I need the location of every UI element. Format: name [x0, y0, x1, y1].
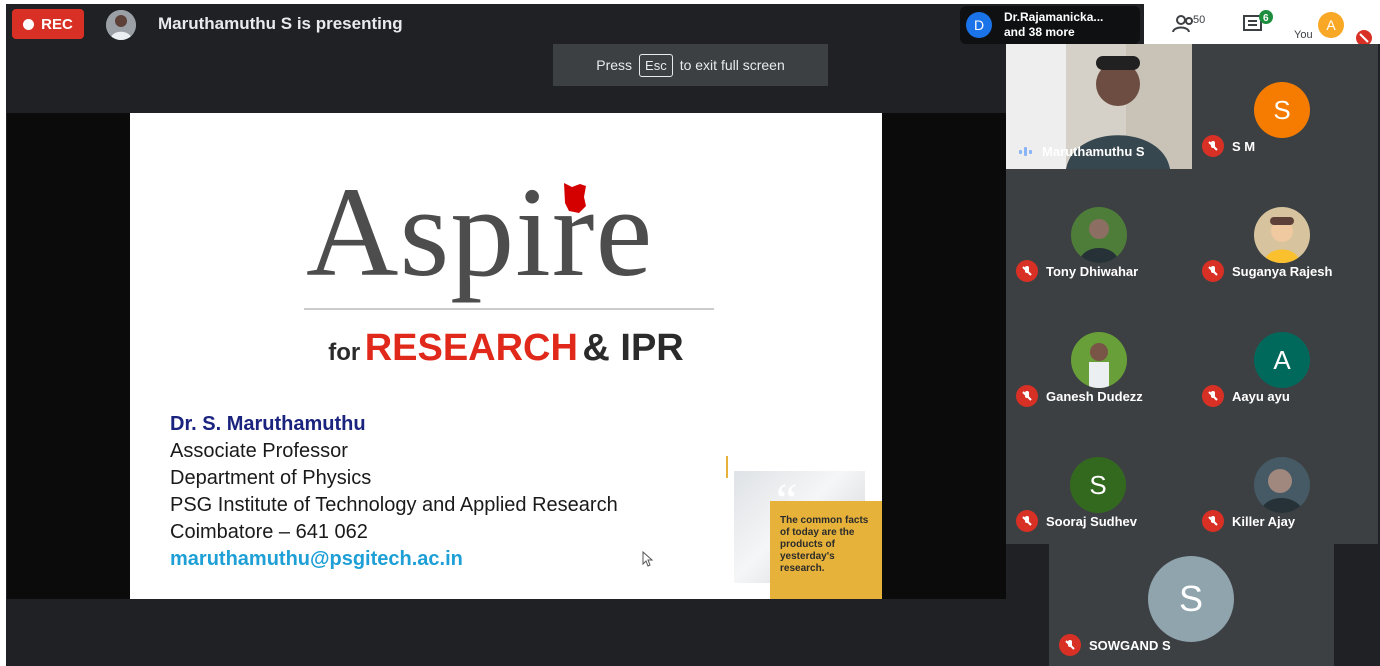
participant-name: Maruthamuthu S [1042, 144, 1145, 159]
quote-mark-icon: “ [776, 474, 798, 527]
mic-off-icon [1202, 385, 1224, 407]
mic-off-icon [1202, 135, 1224, 157]
participant-name: Sooraj Sudhev [1046, 513, 1138, 529]
notice-suffix-text: to exit full screen [679, 57, 785, 73]
participant-tile[interactable]: S Sooraj Sudhev [1006, 419, 1192, 544]
slide-title: Aspire [306, 161, 654, 303]
participant-name: Aayu ayu [1232, 388, 1290, 404]
participant-tile[interactable]: Killer Ajay [1192, 419, 1378, 544]
quote-card: “ The common facts of today are the prod… [770, 477, 882, 599]
recording-label: REC [41, 15, 73, 33]
participant-avatar: S [1254, 82, 1310, 138]
self-avatar[interactable]: A [1318, 12, 1344, 38]
participant-tile[interactable]: S SOWGAND S [1049, 542, 1334, 666]
tile-label: Maruthamuthu S [1016, 144, 1145, 159]
tile-label: Killer Ajay [1202, 510, 1295, 532]
participant-count: 50 [1193, 14, 1205, 26]
tile-label: Tony Dhiwahar [1016, 260, 1138, 282]
notice-press-text: Press [596, 57, 633, 73]
mic-off-icon [1059, 634, 1081, 656]
ohio-logo-icon [564, 183, 586, 213]
tagline-research: RESEARCH [364, 327, 578, 369]
participant-name: Suganya Rajesh [1232, 263, 1333, 279]
slide-tagline: for RESEARCH & IPR [130, 327, 882, 370]
participant-tile[interactable]: S S M [1192, 44, 1378, 169]
participant-tile[interactable]: Ganesh Dudezz [1006, 294, 1192, 419]
presenter-avatar [106, 10, 136, 40]
chip-label: Dr.Rajamanicka... and 38 more [1004, 10, 1103, 40]
quote-accent-line [726, 456, 728, 478]
participant-tile[interactable]: Suganya Rajesh [1192, 169, 1378, 294]
participant-avatar: A [1254, 332, 1310, 388]
chat-icon: 6 [1243, 10, 1273, 31]
presenter-role: Associate Professor [170, 440, 348, 462]
people-icon: 50 [1172, 14, 1205, 33]
participant-name: SOWGAND S [1089, 637, 1171, 653]
presenter-institute: PSG Institute of Technology and Applied … [170, 494, 618, 516]
record-dot-icon [23, 18, 35, 30]
presentation-slide: Aspire for RESEARCH & IPR Dr. S. Marutha… [130, 113, 882, 599]
esc-key-label: Esc [639, 53, 673, 77]
people-button[interactable]: 50 [1172, 14, 1212, 36]
participant-tile-video[interactable]: Maruthamuthu S [1006, 44, 1192, 169]
mic-off-icon [1202, 260, 1224, 282]
participant-photo [1071, 332, 1127, 388]
mic-off-icon [1016, 510, 1038, 532]
chat-badge: 6 [1263, 13, 1269, 24]
tile-label: Ganesh Dudezz [1016, 385, 1143, 407]
tile-label: SOWGAND S [1059, 634, 1171, 656]
mouse-pointer-icon [642, 551, 654, 567]
participant-grid: Maruthamuthu S S S M Tony Dhiwahar Sugan… [1006, 44, 1378, 544]
presenting-status: Maruthamuthu S is presenting [158, 14, 403, 33]
speaking-icon [1016, 147, 1034, 156]
participants-chip[interactable]: D Dr.Rajamanicka... and 38 more [960, 6, 1140, 44]
mic-off-icon [1016, 260, 1038, 282]
participant-photo [1254, 457, 1310, 513]
presenter-department: Department of Physics [170, 467, 372, 489]
title-divider [304, 308, 714, 310]
tagline-ipr: & IPR [582, 327, 684, 369]
participant-name: Tony Dhiwahar [1046, 263, 1139, 279]
mic-off-icon [1202, 510, 1224, 532]
tagline-for: for [328, 339, 361, 366]
tile-label: S M [1202, 135, 1255, 157]
participant-name: Ganesh Dudezz [1046, 388, 1143, 404]
presenter-email: maruthamuthu@psgitech.ac.in [170, 548, 463, 570]
presenter-details: Dr. S. Maruthamuthu Associate Professor … [170, 411, 618, 573]
chip-name: Dr.Rajamanicka... [1004, 10, 1104, 24]
participant-tile[interactable]: Tony Dhiwahar [1006, 169, 1192, 294]
participant-avatar: S [1070, 457, 1126, 513]
you-label: You [1294, 29, 1313, 41]
window-edge-left [0, 0, 6, 666]
tile-label: Sooraj Sudhev [1016, 510, 1137, 532]
tile-label: Suganya Rajesh [1202, 260, 1332, 282]
chip-avatar: D [966, 12, 992, 38]
tile-label: Aayu ayu [1202, 385, 1290, 407]
fullscreen-notice: Press Esc to exit full screen [553, 44, 828, 86]
participant-avatar: S [1148, 556, 1234, 642]
presenter-name: Dr. S. Maruthamuthu [170, 413, 366, 435]
participant-tile[interactable]: A Aayu ayu [1192, 294, 1378, 419]
chip-more: and 38 more [1004, 25, 1075, 39]
participant-name: S M [1232, 138, 1256, 154]
mic-off-icon [1016, 385, 1038, 407]
chat-button[interactable]: 6 [1242, 10, 1278, 36]
participant-photo [1071, 207, 1127, 263]
recording-indicator[interactable]: REC [12, 9, 84, 39]
participant-photo [1254, 207, 1310, 263]
presenter-city: Coimbatore – 641 062 [170, 521, 368, 543]
participant-name: Killer Ajay [1232, 513, 1296, 529]
meeting-window: REC Maruthamuthu S is presenting Press E… [0, 0, 1380, 666]
